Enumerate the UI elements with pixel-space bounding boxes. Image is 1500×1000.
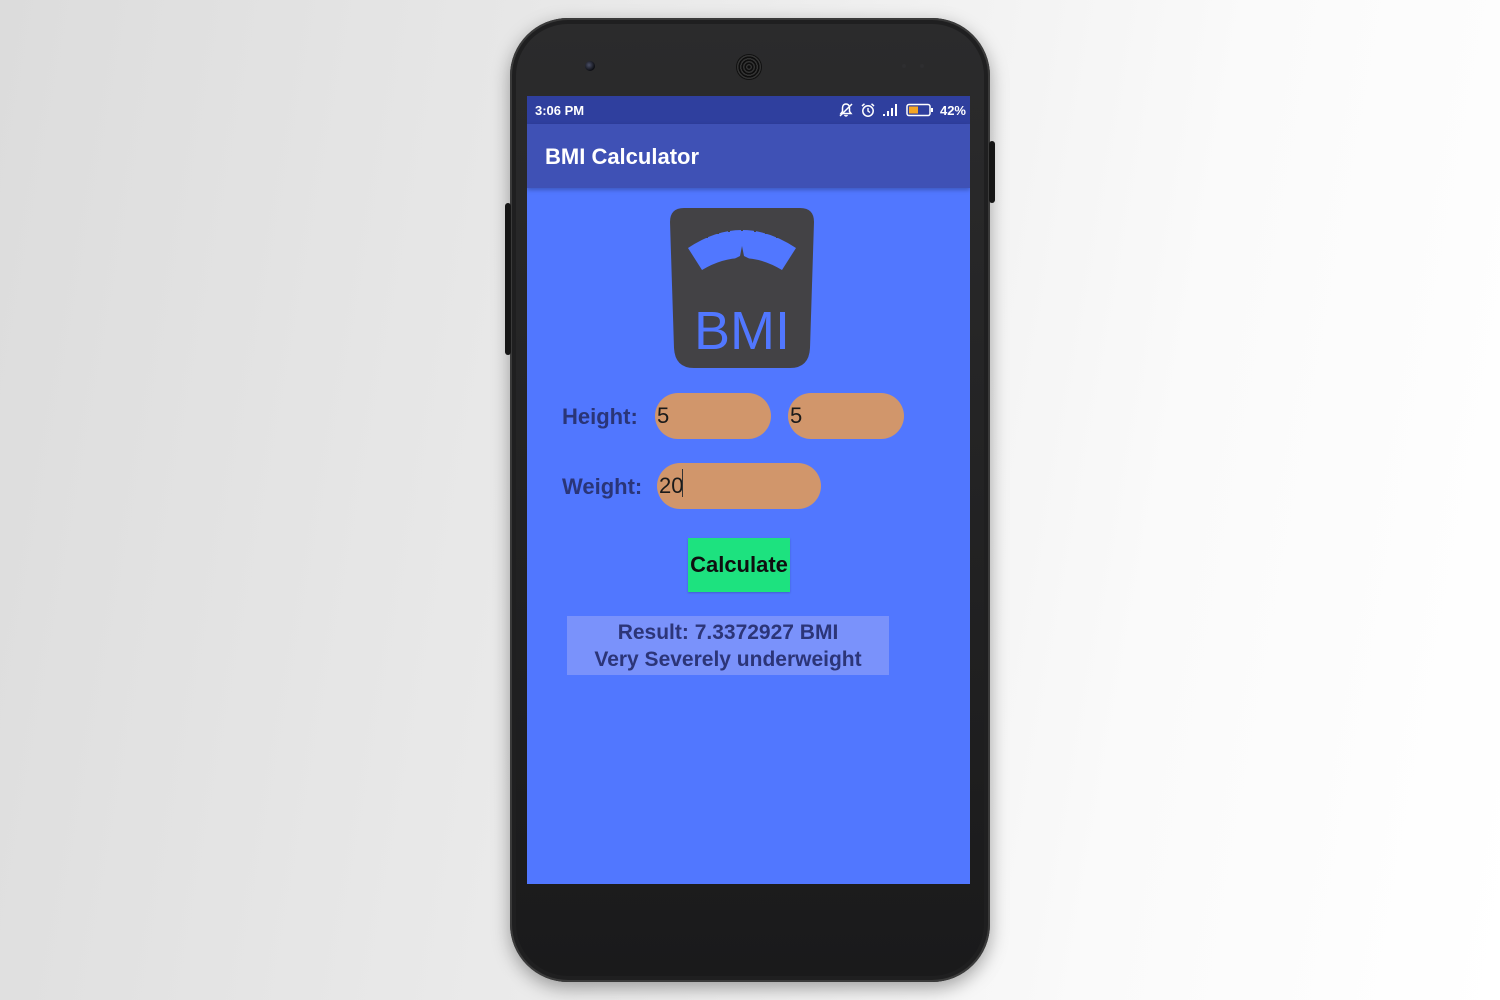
weight-label: Weight: — [562, 474, 643, 499]
height-inches-input[interactable] — [788, 393, 904, 439]
text-cursor — [682, 469, 683, 497]
status-icons: 42% — [838, 101, 966, 119]
calculate-button[interactable]: Calculate — [688, 538, 790, 592]
app-screen: 3:06 PM 42% BMI Calculator BMI Height: 5… — [527, 96, 970, 884]
app-title: BMI Calculator — [545, 144, 700, 169]
app-toolbar: BMI Calculator — [527, 124, 970, 188]
proximity-sensors — [902, 64, 926, 68]
result-value: Result: 7.3372927 BMI — [617, 621, 839, 644]
status-bar: 3:06 PM 42% — [527, 96, 970, 124]
height-feet-input[interactable] — [655, 393, 771, 439]
logo-text: BMI — [694, 301, 790, 361]
front-camera-icon — [585, 61, 595, 71]
signal-icon — [882, 103, 900, 117]
height-label: Height: — [562, 404, 638, 429]
battery-percent: 42% — [939, 102, 966, 118]
earpiece-speaker-icon — [737, 55, 761, 79]
result-category: Very Severely underweight — [594, 648, 862, 671]
power-button — [989, 141, 995, 203]
bmi-scale-logo: BMI — [662, 208, 822, 368]
status-time: 3:06 PM — [535, 103, 585, 118]
alarm-icon — [860, 102, 876, 118]
mute-icon — [838, 102, 854, 118]
volume-button — [505, 203, 511, 355]
result-box: Result: 7.3372927 BMI Very Severely unde… — [567, 616, 889, 675]
battery-icon — [906, 103, 934, 117]
